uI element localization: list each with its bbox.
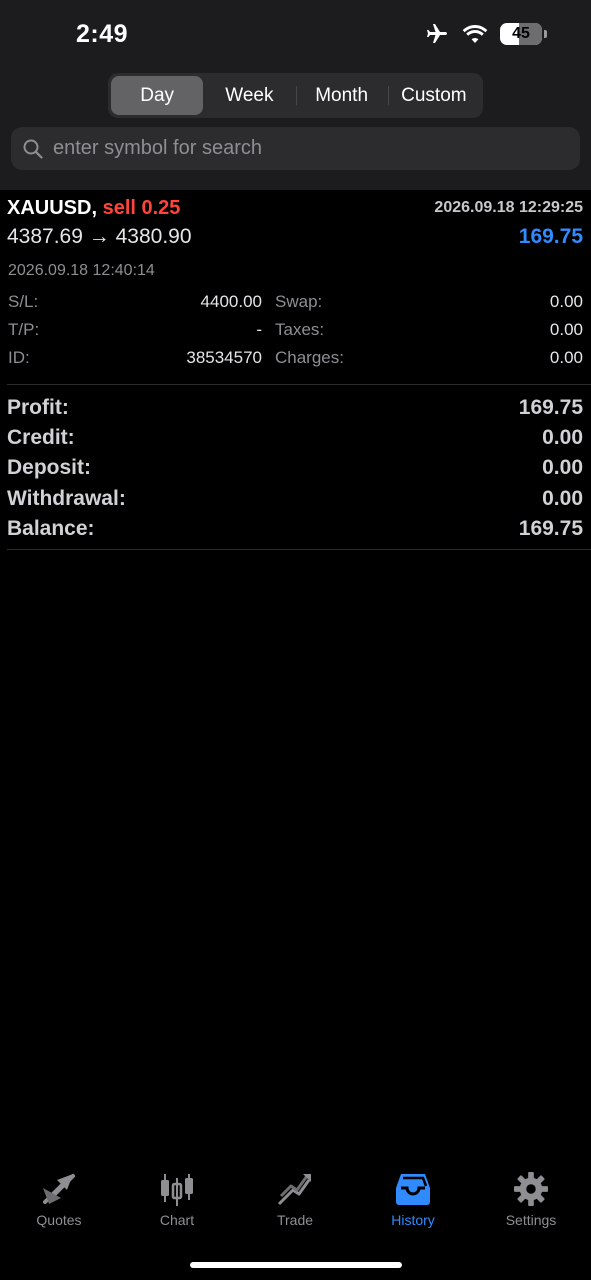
quotes-icon	[43, 1174, 75, 1204]
status-icons: 45	[424, 22, 547, 46]
id-value: 38534570	[186, 348, 262, 367]
tp-label: T/P:	[8, 320, 40, 339]
trade-icon	[277, 1174, 311, 1206]
profit-value: 169.75	[518, 396, 583, 419]
tab-custom[interactable]: Custom	[387, 76, 480, 115]
profit-label: Profit:	[7, 396, 69, 419]
tab-trade[interactable]: Trade	[245, 1172, 345, 1228]
deal-close-time: 2026.09.18 12:40:14	[8, 262, 155, 279]
tab-settings-label: Settings	[505, 1212, 557, 1228]
wifi-icon	[462, 25, 488, 43]
sl-label: S/L:	[8, 292, 39, 311]
home-indicator[interactable]	[190, 1262, 402, 1268]
charges-label: Charges:	[275, 348, 344, 367]
deal-prices: 4387.69 → 4380.90	[7, 225, 192, 249]
deal-close-price: 4380.90	[115, 225, 192, 248]
search-bar[interactable]	[11, 127, 580, 170]
deal-open-time: 2026.09.18 12:29:25	[434, 199, 583, 216]
swap-value: 0.00	[549, 292, 583, 311]
tp-value: -	[256, 320, 262, 339]
gear-icon	[514, 1172, 548, 1206]
balance-label: Balance:	[7, 517, 95, 540]
withdrawal-value: 0.00	[542, 487, 583, 510]
credit-value: 0.00	[542, 426, 583, 449]
tab-settings[interactable]: Settings	[481, 1172, 581, 1228]
deal-open-price: 4387.69	[7, 225, 83, 248]
status-time: 2:49	[76, 20, 129, 48]
deal-symbol: XAUUSD,	[7, 197, 98, 219]
tab-history[interactable]: History	[363, 1172, 463, 1228]
tab-day[interactable]: Day	[111, 76, 204, 115]
tab-month[interactable]: Month	[295, 76, 388, 115]
charges-value: 0.00	[549, 348, 583, 367]
header: 2:49 45 Day Week Month Custom	[0, 0, 591, 190]
credit-label: Credit:	[7, 426, 75, 449]
balance-value: 169.75	[518, 517, 583, 540]
deposit-label: Deposit:	[7, 456, 91, 479]
swap-label: Swap:	[275, 292, 323, 311]
airplane-icon	[427, 24, 447, 43]
taxes-label: Taxes:	[275, 320, 325, 339]
tab-trade-label: Trade	[276, 1212, 314, 1228]
id-label: ID:	[8, 348, 30, 367]
sl-value: 4400.00	[200, 292, 262, 311]
candlestick-chart-icon	[161, 1174, 193, 1206]
tab-quotes-label: Quotes	[36, 1212, 82, 1228]
deposit-value: 0.00	[542, 456, 583, 479]
deal-side: sell 0.25	[102, 197, 181, 219]
tab-chart-label: Chart	[159, 1212, 195, 1228]
status-bar: 2:49 45	[0, 0, 591, 70]
arrow-right-icon: →	[88, 225, 110, 248]
taxes-value: 0.00	[549, 320, 583, 339]
tab-history-label: History	[391, 1212, 435, 1228]
tab-week[interactable]: Week	[203, 76, 295, 115]
withdrawal-label: Withdrawal:	[7, 487, 126, 510]
tab-quotes[interactable]: Quotes	[9, 1172, 109, 1228]
search-input[interactable]	[53, 137, 553, 160]
search-icon	[23, 139, 43, 159]
deal-divider	[7, 384, 591, 385]
summary-divider	[7, 549, 591, 550]
battery-level: 45	[512, 25, 530, 42]
deal-title: XAUUSD, sell 0.25	[7, 197, 180, 220]
battery-cap	[544, 30, 547, 38]
deal-profit: 169.75	[518, 225, 583, 248]
history-inbox-icon	[396, 1174, 430, 1205]
tab-chart[interactable]: Chart	[127, 1172, 227, 1228]
battery-icon: 45	[500, 23, 542, 45]
period-segmented-control: Day Week Month Custom	[108, 73, 483, 118]
